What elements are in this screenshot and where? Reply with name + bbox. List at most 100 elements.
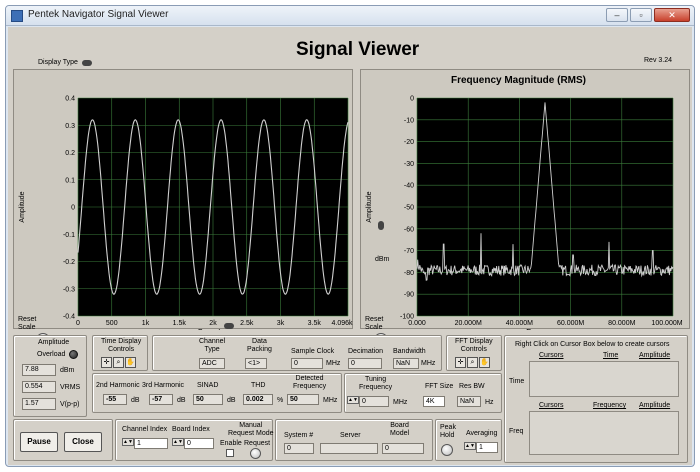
channel-type-label: Channel Type — [199, 338, 226, 353]
x-tick-label: 40.000M — [506, 320, 533, 327]
x-tick-label: 20.000M — [455, 320, 482, 327]
freq-reset-scale-label: Reset Scale — [365, 316, 384, 331]
request-label: Request — [244, 440, 271, 447]
y-tick-label: -0.1 — [63, 232, 75, 239]
averaging-panel: Peak Hold Averaging ▲▼ 1 — [435, 419, 502, 461]
app-icon — [11, 10, 23, 22]
freq-cursors-col: Cursors — [539, 402, 564, 409]
res-bw-unit: Hz — [485, 399, 494, 406]
system-value: 0 — [284, 443, 314, 454]
channel-index-value[interactable]: 1 — [134, 438, 168, 449]
y-tick-label: -90 — [404, 292, 414, 299]
sinad-value: 50 — [193, 394, 223, 405]
time-graph: 0 500 1k 1.5k 2k 2.5k 3k 3.5k 4.096k 0.4 0.3 0.2 0.1… — [13, 69, 354, 331]
samples-toggle[interactable] — [224, 323, 234, 329]
averaging-stepper[interactable]: ▲▼ — [464, 442, 476, 450]
display-type-toggle[interactable] — [82, 60, 92, 66]
y-tick-label: 0.2 — [65, 150, 75, 157]
system-label: System # — [284, 432, 314, 439]
y-tick-label: -80 — [404, 270, 414, 277]
amplitude-title: Amplitude — [38, 339, 70, 346]
x-tick-label: 3.5k — [308, 320, 322, 327]
thd-unit: % — [277, 397, 284, 404]
tuning-stepper[interactable]: ▲▼ — [347, 396, 359, 404]
channel-index-stepper[interactable]: ▲▼ — [122, 438, 134, 446]
board-index-value[interactable]: 0 — [184, 438, 214, 449]
decimation-value: 0 — [348, 358, 382, 369]
time-controls-title: Time Display Controls — [101, 338, 142, 353]
enable-checkbox[interactable] — [226, 449, 234, 457]
time-graph-tools: ✛ ⌕ ✋ — [101, 357, 136, 368]
version-label: Rev 3.24 — [644, 57, 673, 64]
x-tick-label: 3k — [277, 320, 285, 327]
x-tick-label: 2k — [209, 320, 217, 327]
y-tick-label: -50 — [404, 205, 414, 212]
amplitude-panel: Amplitude Overload 7.88 dBm 0.554 VRMS 1… — [13, 335, 87, 417]
cursors-panel: Right Click on Cursor Box below to creat… — [504, 335, 688, 463]
data-packing-label: Data Packing — [247, 338, 272, 353]
index-panel: Channel Index ▲▼ 1 Board Index ▲▼ 0 Manu… — [115, 419, 274, 461]
dbm-unit-label: dBm — [375, 256, 390, 263]
peak-hold-button[interactable] — [441, 444, 453, 456]
close-window-button[interactable]: ✕ — [654, 8, 690, 22]
pan-tool-icon[interactable]: ✋ — [479, 357, 490, 368]
time-graph-plot[interactable]: 0 500 1k 1.5k 2k 2.5k 3k 3.5k 4.096k 0.4 0.3 0.2 0.1… — [14, 70, 354, 331]
request-button[interactable] — [250, 448, 261, 459]
server-label: Server — [340, 432, 361, 439]
x-tick-label: 100.000M — [651, 320, 682, 327]
frequency-graph-plot[interactable]: 0.000 20.000M 40.000M 60.000M 80.000M 100.000… — [361, 70, 691, 331]
dbm-unit: dBm — [60, 367, 75, 374]
sample-clock-value: 0 — [291, 358, 323, 369]
x-tick-label: 1.5k — [173, 320, 187, 327]
channel-info-panel: Channel Type ADC Data Packing <1> Sample… — [152, 335, 442, 371]
y-tick-label: -60 — [404, 226, 414, 233]
x-axis-label: Frequency — [526, 328, 564, 330]
pan-tool-icon[interactable]: ✋ — [125, 357, 136, 368]
res-bw-label: Res BW — [459, 383, 485, 390]
title-bar: Pentek Navigator Signal Viewer ‒ ▫ ✕ — [6, 6, 694, 26]
time-cursor-table[interactable] — [529, 361, 679, 397]
display-type-label: Display Type — [38, 59, 78, 66]
front-panel: Signal Viewer Rev 3.24 Display Type 0 50 0… — [8, 27, 692, 465]
thd-label: THD — [251, 382, 266, 389]
zoom-tool-icon[interactable]: ⌕ — [467, 357, 478, 368]
freq-amplitude-col: Amplitude — [639, 402, 671, 409]
tuning-frequency-unit: MHz — [393, 399, 408, 406]
res-bw-value: NaN — [457, 396, 481, 407]
x-tick-label: 60.000M — [557, 320, 584, 327]
maximize-button[interactable]: ▫ — [630, 8, 652, 22]
y-tick-label: -10 — [404, 117, 414, 124]
detected-frequency-label: Detected Frequency — [293, 375, 327, 390]
y-tick-label: 0 — [410, 96, 414, 103]
fft-size-select[interactable]: 4K — [423, 396, 445, 407]
pause-button[interactable]: Pause — [20, 432, 58, 452]
page-title: Signal Viewer — [296, 39, 420, 60]
averaging-value[interactable]: 1 — [476, 442, 498, 453]
sinad-label: SINAD — [197, 382, 219, 389]
y-tick-label: 0.3 — [65, 123, 75, 130]
time-cursor-label: Time — [509, 378, 525, 385]
dbm-toggle[interactable] — [378, 221, 384, 230]
time-cursors-col: Cursors — [539, 352, 564, 359]
x-axis-label: Samples — [197, 328, 228, 330]
board-model-value: 0 — [382, 443, 424, 454]
freq-cursor-table[interactable] — [529, 411, 679, 455]
crosshair-tool-icon[interactable]: ✛ — [455, 357, 466, 368]
board-index-label: Board Index — [172, 426, 210, 433]
zoom-tool-icon[interactable]: ⌕ — [113, 357, 124, 368]
tuning-frequency-label: Tuning Frequency — [359, 376, 393, 391]
data-packing-value: <1> — [245, 358, 267, 369]
board-model-label: Board Model — [390, 422, 410, 437]
channel-index-label: Channel Index — [122, 426, 168, 433]
h2-unit: dB — [131, 397, 140, 404]
board-index-stepper[interactable]: ▲▼ — [172, 438, 184, 446]
crosshair-tool-icon[interactable]: ✛ — [101, 357, 112, 368]
overload-led — [69, 350, 78, 359]
y-axis-label: Amplitude — [19, 191, 26, 222]
tuning-frequency-value[interactable]: 0 — [359, 396, 389, 407]
y-tick-label: 0.1 — [65, 177, 75, 184]
h3-value: -57 — [149, 394, 173, 405]
close-button[interactable]: Close — [64, 432, 102, 452]
server-value — [320, 443, 378, 454]
minimize-button[interactable]: ‒ — [606, 8, 628, 22]
